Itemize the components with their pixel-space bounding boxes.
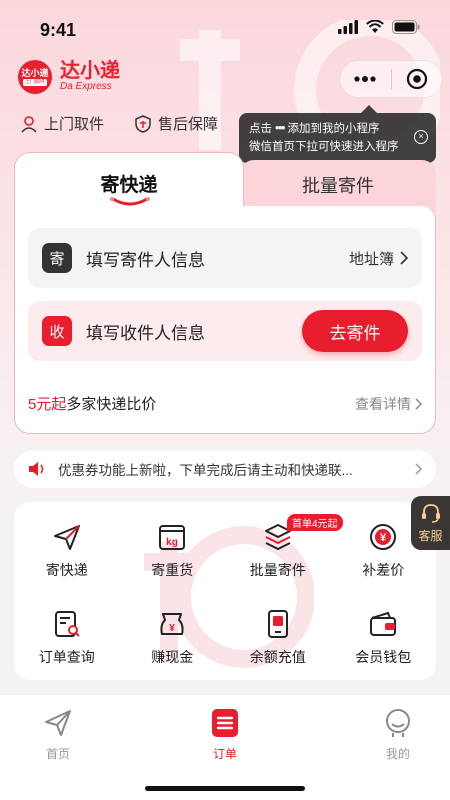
price-compare-row[interactable]: 5元起多家快递比价 查看详情 bbox=[28, 393, 422, 414]
service-label: 补差价 bbox=[362, 562, 405, 578]
receiver-info-row[interactable]: 收 填写收件人信息 去寄件 bbox=[28, 301, 422, 361]
nav-label: 我的 bbox=[385, 747, 410, 761]
service-batch-send[interactable]: 首单4元起 批量寄件 bbox=[225, 502, 343, 589]
shield-icon bbox=[135, 114, 151, 133]
tab-send-express-label: 寄快递 bbox=[100, 175, 158, 196]
target-close-icon bbox=[406, 68, 427, 90]
svg-text:¥: ¥ bbox=[169, 623, 175, 634]
service-label: 会员钱包 bbox=[355, 649, 412, 665]
service-label: 寄重货 bbox=[151, 562, 194, 578]
nav-label: 首页 bbox=[45, 747, 70, 761]
brand-subtitle: Da Express bbox=[60, 81, 112, 92]
send-express-card: 寄快递 批量寄件 寄 填写寄件人信息 地址簿 收 填写收件人信息 去寄件 5元起… bbox=[14, 152, 436, 434]
service-order-query[interactable]: 订单查询 bbox=[14, 589, 120, 676]
sender-badge-icon: 寄 bbox=[42, 243, 72, 273]
nav-label: 订单 bbox=[212, 747, 237, 761]
more-dots-icon bbox=[354, 76, 376, 82]
profile-icon bbox=[386, 709, 410, 737]
price-compare-label: 多家快递比价 bbox=[66, 396, 157, 413]
address-book-link[interactable]: 地址簿 bbox=[349, 248, 408, 269]
tooltip-dots-icon: ••• bbox=[275, 123, 285, 135]
tooltip-suffix: 添加到我的小程序 bbox=[287, 123, 380, 135]
tab-underline-icon bbox=[110, 197, 150, 206]
status-time: 9:41 bbox=[40, 20, 77, 40]
quick-link-label: 售后保障 bbox=[158, 116, 219, 133]
user-icon bbox=[21, 115, 37, 133]
services-grid-card: 寄快递 kg 寄重货 首单4元起 批量寄件 ¥ 补差价 订单查询 ¥ 赚现金 余… bbox=[14, 502, 436, 680]
wallet-icon bbox=[370, 611, 397, 636]
service-balance-recharge[interactable]: 余额充值 bbox=[225, 589, 331, 676]
view-details-label: 查看详情 bbox=[355, 395, 411, 412]
status-icons bbox=[338, 20, 420, 34]
paper-plane-icon bbox=[53, 525, 80, 550]
notice-text: 优惠券功能上新啦，下单完成后请主动和快递联... bbox=[58, 463, 353, 478]
headset-icon bbox=[421, 504, 440, 523]
battery-icon bbox=[392, 20, 420, 34]
service-heavy-cargo[interactable]: kg 寄重货 bbox=[120, 502, 226, 589]
service-label: 赚现金 bbox=[151, 649, 194, 665]
yuan-circle-icon: ¥ bbox=[370, 524, 397, 550]
service-label: 余额充值 bbox=[249, 649, 306, 665]
service-member-wallet[interactable]: 会员钱包 bbox=[331, 589, 437, 676]
more-menu-button[interactable] bbox=[340, 61, 391, 97]
customer-service-label: 客服 bbox=[418, 529, 443, 543]
go-send-button[interactable]: 去寄件 bbox=[302, 310, 408, 352]
chevron-right-icon bbox=[400, 251, 408, 265]
speaker-icon bbox=[29, 462, 44, 476]
nav-orders[interactable]: 订单 bbox=[185, 707, 265, 762]
receiver-info-label: 填写收件人信息 bbox=[86, 323, 205, 343]
service-label: 批量寄件 bbox=[249, 562, 306, 578]
svg-text:kg: kg bbox=[166, 537, 178, 548]
chevron-right-icon bbox=[415, 463, 422, 475]
brand-logo[interactable]: 达小递 上门取件 达小递 Da Express bbox=[18, 60, 120, 94]
receiver-badge-icon: 收 bbox=[42, 316, 72, 346]
quick-link-label: 上门取件 bbox=[44, 116, 105, 133]
bottom-navigation: 首页 订单 我的 bbox=[0, 694, 450, 800]
logo-badge-text: 达小递 bbox=[21, 68, 49, 78]
service-label: 订单查询 bbox=[38, 649, 95, 665]
service-earn-cash[interactable]: ¥ 赚现金 bbox=[120, 589, 226, 676]
tab-batch-send-label: 批量寄件 bbox=[302, 176, 374, 196]
tooltip-prefix: 点击 bbox=[249, 123, 272, 135]
quick-link-pickup[interactable]: 上门取件 bbox=[20, 113, 104, 134]
service-send-express[interactable]: 寄快递 bbox=[14, 502, 120, 589]
tooltip-close-icon[interactable]: × bbox=[414, 130, 428, 144]
view-details-link[interactable]: 查看详情 bbox=[355, 393, 422, 414]
notice-bar[interactable]: 优惠券功能上新啦，下单完成后请主动和快递联... bbox=[14, 450, 436, 488]
order-search-icon bbox=[54, 611, 80, 637]
kg-box-icon: kg bbox=[159, 525, 186, 550]
logo-badge-icon: 达小递 上门取件 bbox=[18, 60, 52, 94]
order-list-icon bbox=[212, 709, 238, 737]
paper-plane-icon bbox=[45, 710, 71, 736]
chevron-right-icon bbox=[415, 397, 422, 410]
nav-profile[interactable]: 我的 bbox=[358, 707, 438, 762]
wifi-icon bbox=[366, 20, 384, 33]
signal-icon bbox=[338, 20, 358, 34]
services-grid: 寄快递 kg 寄重货 首单4元起 批量寄件 ¥ 补差价 订单查询 ¥ 赚现金 余… bbox=[14, 502, 436, 676]
nav-home[interactable]: 首页 bbox=[18, 707, 98, 762]
logo-badge-subtext: 上门取件 bbox=[22, 79, 47, 86]
svg-text:¥: ¥ bbox=[380, 532, 387, 544]
sender-info-row[interactable]: 寄 填写寄件人信息 地址簿 bbox=[28, 228, 422, 288]
quick-link-aftersales[interactable]: 售后保障 bbox=[134, 113, 218, 134]
service-label: 寄快递 bbox=[45, 562, 88, 578]
tooltip-line1: 点击 ••• 添加到我的小程序 bbox=[249, 120, 426, 138]
cash-bag-icon: ¥ bbox=[160, 613, 184, 635]
price-start: 5元起 bbox=[28, 396, 67, 413]
customer-service-button[interactable]: 客服 bbox=[411, 496, 450, 550]
address-book-label: 地址簿 bbox=[348, 250, 394, 268]
price-compare-text: 5元起多家快递比价 bbox=[28, 393, 156, 414]
quick-links: 上门取件 售后保障 bbox=[20, 113, 218, 134]
miniprogram-capsule bbox=[339, 60, 443, 98]
sender-info-label: 填写寄件人信息 bbox=[86, 250, 205, 270]
status-bar: 9:41 bbox=[0, 0, 450, 56]
close-miniprogram-button[interactable] bbox=[392, 61, 443, 97]
brand-name: 达小递 bbox=[60, 60, 120, 82]
home-indicator bbox=[145, 786, 305, 791]
phone-recharge-icon bbox=[267, 610, 288, 638]
